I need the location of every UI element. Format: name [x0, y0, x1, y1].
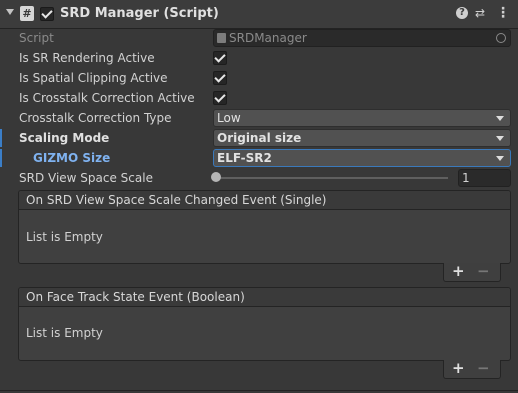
spatial-clipping-label: Is Spatial Clipping Active [19, 71, 168, 85]
face-track-event-list: On Face Track State Event (Boolean) List… [18, 287, 511, 361]
modified-indicator [0, 129, 2, 147]
gizmo-size-value: ELF-SR2 [217, 151, 272, 165]
list-empty-text: List is Empty [26, 326, 103, 340]
modified-indicator [0, 149, 2, 167]
remove-item-button[interactable]: − [477, 262, 490, 280]
sr-rendering-checkbox[interactable] [213, 51, 227, 65]
script-value: SRDManager [229, 31, 307, 45]
crosstalk-type-label: Crosstalk Correction Type [19, 111, 172, 125]
object-picker-icon[interactable] [496, 33, 506, 43]
scale-changed-event-list: On SRD View Space Scale Changed Event (S… [18, 190, 511, 264]
context-menu-icon[interactable]: ⋮ [496, 6, 510, 20]
dropdown-arrow-icon [496, 116, 504, 121]
event-title: On Face Track State Event (Boolean) [26, 290, 245, 304]
add-item-button[interactable]: + [452, 359, 465, 377]
view-scale-slider-thumb[interactable] [211, 172, 221, 182]
event-header: On Face Track State Event (Boolean) [19, 288, 510, 307]
component-enabled-checkbox[interactable] [40, 7, 54, 21]
crosstalk-type-dropdown[interactable]: Low [213, 109, 511, 127]
event-title: On SRD View Space Scale Changed Event (S… [26, 193, 327, 207]
list-buttons: + − [443, 359, 501, 379]
view-scale-label: SRD View Space Scale [19, 171, 153, 185]
sr-rendering-label: Is SR Rendering Active [19, 51, 155, 65]
remove-item-button[interactable]: − [477, 359, 490, 377]
view-scale-slider-track[interactable] [219, 177, 448, 179]
view-scale-input[interactable]: 1 [458, 169, 511, 187]
foldout-arrow-icon[interactable] [6, 9, 14, 15]
script-object-field[interactable]: SRDManager [213, 29, 511, 47]
view-scale-value: 1 [462, 171, 470, 185]
event-header: On SRD View Space Scale Changed Event (S… [19, 191, 510, 210]
component-title: SRD Manager (Script) [60, 6, 219, 21]
add-item-button[interactable]: + [452, 262, 465, 280]
crosstalk-type-value: Low [217, 111, 241, 125]
spatial-clipping-checkbox[interactable] [213, 71, 227, 85]
list-empty-text: List is Empty [26, 230, 103, 244]
script-label: Script [19, 31, 54, 45]
crosstalk-checkbox[interactable] [213, 91, 227, 105]
crosstalk-label: Is Crosstalk Correction Active [19, 91, 195, 105]
list-buttons: + − [443, 262, 501, 282]
scaling-mode-label: Scaling Mode [19, 131, 110, 145]
cs-script-icon [217, 33, 226, 43]
component-header: # SRD Manager (Script) ? ⇄ ⋮ [0, 0, 518, 29]
dropdown-arrow-icon [496, 136, 504, 141]
script-hash-icon: # [20, 6, 34, 21]
gizmo-size-dropdown[interactable]: ELF-SR2 [213, 149, 511, 167]
help-icon[interactable]: ? [456, 7, 468, 19]
divider [0, 390, 518, 391]
presets-icon[interactable]: ⇄ [475, 7, 487, 19]
scaling-mode-value: Original size [217, 131, 302, 145]
gizmo-size-label: GIZMO Size [33, 151, 111, 165]
scaling-mode-dropdown[interactable]: Original size [213, 129, 511, 147]
dropdown-arrow-icon [496, 156, 504, 161]
